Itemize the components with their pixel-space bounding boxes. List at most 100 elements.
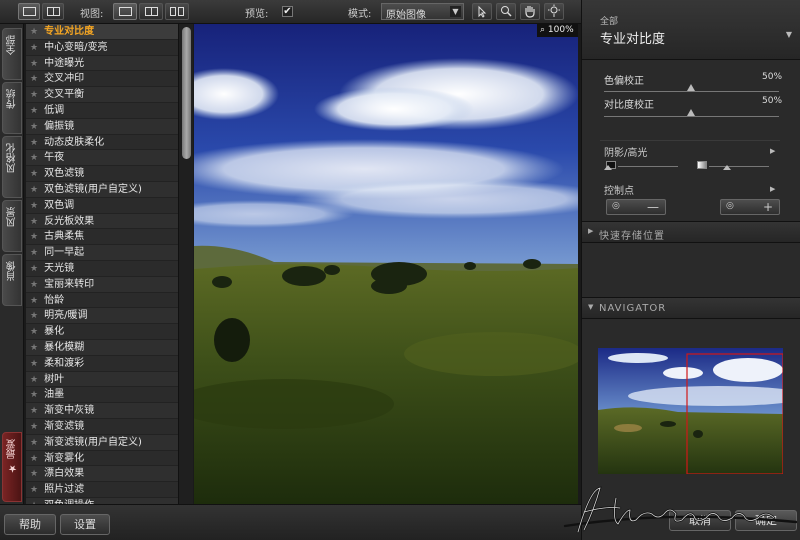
star-icon[interactable]: ★ (30, 27, 38, 37)
filter-list-item[interactable]: ★ 交叉冲印 (26, 71, 178, 88)
filter-list-item[interactable]: ★ 同一早起 (26, 245, 178, 261)
filter-list-scrollbar[interactable] (178, 24, 193, 504)
star-icon[interactable]: ★ (30, 153, 38, 163)
star-icon[interactable]: ★ (30, 422, 38, 432)
filter-list-item[interactable]: ★ 暴化 (26, 324, 178, 340)
preview-checkbox[interactable]: ✔ (282, 6, 293, 17)
scrollbar-thumb[interactable] (182, 27, 191, 159)
star-icon[interactable]: ★ (30, 327, 38, 337)
filter-list-item[interactable]: ★ 双色滤镜(用户自定义) (26, 181, 178, 198)
filter-list-item[interactable]: ★ 中心变暗/变亮 (26, 40, 178, 56)
panel-menu-button[interactable]: ▼ (782, 30, 796, 44)
filter-list-item[interactable]: ★ 中途曝光 (26, 55, 178, 72)
star-icon[interactable]: ★ (30, 296, 38, 306)
tab-landscape[interactable]: 风景 (2, 200, 22, 252)
mode-select[interactable]: 原始图像 ▼ (381, 3, 464, 21)
star-icon[interactable]: ★ (30, 169, 38, 179)
filter-list-item[interactable]: ★ 渐变滤镜 (26, 419, 178, 435)
star-icon[interactable]: ★ (30, 359, 38, 369)
highlight-slider-thumb[interactable] (723, 165, 731, 170)
view-split-button[interactable] (139, 3, 163, 20)
pointer-tool-button[interactable] (472, 3, 492, 20)
navigator-section[interactable]: ▼ NAVIGATOR (582, 297, 800, 319)
filter-list-item[interactable]: ★ 暴化模糊 (26, 339, 178, 356)
star-icon[interactable]: ★ (30, 343, 38, 353)
star-icon[interactable]: ★ (30, 485, 38, 495)
filter-list-item[interactable]: ★ 反光板效果 (26, 213, 178, 230)
filter-list-item[interactable]: ★ 渐变中灰镜 (26, 403, 178, 419)
star-icon[interactable]: ★ (30, 59, 38, 69)
chevron-right-icon[interactable]: ▶ (770, 185, 775, 193)
filter-list-item[interactable]: ★ 天光镜 (26, 261, 178, 277)
filter-list-item[interactable]: ★ 树叶 (26, 371, 178, 388)
zoom-tool-button[interactable] (496, 3, 516, 20)
star-icon[interactable]: ★ (30, 138, 38, 148)
add-control-point-button[interactable]: ◎ + (720, 199, 780, 215)
filter-list-item[interactable]: ★ 漂白效果 (26, 466, 178, 483)
slider-thumb-color-cast[interactable] (687, 84, 695, 91)
tab-all[interactable]: 全部 (2, 28, 22, 80)
filter-list-item[interactable]: ★ 低调 (26, 103, 178, 119)
filter-list-item[interactable]: ★ 午夜 (26, 150, 178, 167)
filter-list-item[interactable]: ★ 渐变雾化 (26, 451, 178, 467)
star-icon[interactable]: ★ (30, 90, 38, 100)
filter-list-item[interactable]: ★ 专业对比度 (26, 24, 178, 40)
filter-list-item[interactable]: ★ 双色滤镜 (26, 166, 178, 182)
star-icon[interactable]: ★ (30, 185, 38, 195)
layout-split-button[interactable] (42, 3, 64, 20)
star-icon[interactable]: ★ (30, 280, 38, 290)
star-icon[interactable]: ★ (30, 406, 38, 416)
filter-list-item[interactable]: ★ 动态皮肤柔化 (26, 135, 178, 151)
tab-stylized[interactable]: 风格化 (2, 136, 22, 198)
image-preview[interactable] (194, 24, 578, 504)
filter-list-item[interactable]: ★ 照片过滤 (26, 482, 178, 498)
filter-list-item[interactable]: ★ 交叉平衡 (26, 87, 178, 103)
filter-list-item[interactable]: ★ 柔和渡彩 (26, 356, 178, 372)
star-icon[interactable]: ★ (30, 74, 38, 84)
star-icon[interactable]: ★ (30, 106, 38, 116)
filter-list-item[interactable]: ★ 油墨 (26, 387, 178, 404)
slider-thumb-contrast[interactable] (687, 109, 695, 116)
tab-favorites[interactable]: ★ 最爱 (2, 432, 22, 502)
shadow-slider-track[interactable] (618, 166, 678, 167)
star-icon[interactable]: ★ (30, 122, 38, 132)
layout-single-button[interactable] (18, 3, 40, 20)
star-icon[interactable]: ★ (30, 469, 38, 479)
star-icon[interactable]: ★ (30, 390, 38, 400)
slider-track-contrast[interactable] (604, 116, 779, 117)
star-icon[interactable]: ★ (30, 438, 38, 448)
filter-list-item[interactable]: ★ 渐变滤镜(用户自定义) (26, 434, 178, 451)
control-points-label[interactable]: 控制点 (604, 182, 634, 197)
highlight-slider-track[interactable] (709, 166, 769, 167)
shadow-slider-thumb[interactable] (604, 165, 612, 170)
quick-save-section[interactable]: ▶ 快速存储位置 (582, 221, 800, 243)
remove-control-point-button[interactable]: ◎ — (606, 199, 666, 215)
star-icon[interactable]: ★ (30, 248, 38, 258)
filter-list-item[interactable]: ★ 偏振镜 (26, 118, 178, 135)
view-side-by-side-button[interactable] (165, 3, 189, 20)
filter-list-item[interactable]: ★ 宝丽来转印 (26, 276, 178, 293)
star-icon[interactable]: ★ (30, 311, 38, 321)
star-icon[interactable]: ★ (30, 201, 38, 211)
star-icon[interactable]: ★ (30, 375, 38, 385)
filter-list-item[interactable]: ★ 明亮/暖调 (26, 308, 178, 325)
star-icon[interactable]: ★ (30, 454, 38, 464)
filter-list-item[interactable]: ★ 怡龄 (26, 293, 178, 309)
star-icon[interactable]: ★ (30, 264, 38, 274)
help-button[interactable]: 帮助 (4, 514, 56, 535)
hand-tool-button[interactable] (520, 3, 540, 20)
navigator-thumbnail[interactable] (598, 348, 783, 474)
filter-list-item[interactable]: ★ 双色调 (26, 198, 178, 214)
light-tool-button[interactable] (544, 3, 564, 20)
view-single-button[interactable] (113, 3, 137, 20)
star-icon[interactable]: ★ (30, 232, 38, 242)
settings-button[interactable]: 设置 (60, 514, 110, 535)
tab-portrait[interactable]: 肖像 (2, 254, 22, 306)
slider-track-color-cast[interactable] (604, 91, 779, 92)
shadows-highlights-label[interactable]: 阴影/高光 (604, 144, 647, 159)
star-icon[interactable]: ★ (30, 43, 38, 53)
chevron-right-icon[interactable]: ▶ (770, 147, 775, 155)
tab-traditional[interactable]: 传统 (2, 82, 22, 134)
filter-list-item[interactable]: ★ 古典柔焦 (26, 229, 178, 246)
star-icon[interactable]: ★ (30, 217, 38, 227)
